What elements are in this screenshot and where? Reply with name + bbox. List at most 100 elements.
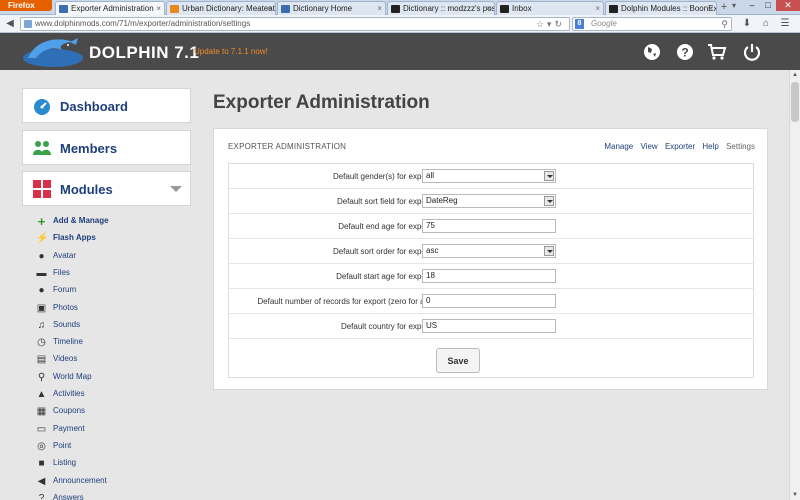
form-row-country: Default country for export: US <box>229 314 753 339</box>
browser-tab-dolphin-modules[interactable]: Dolphin Modules :: BoonEx... × <box>605 1 717 15</box>
close-tab-icon[interactable]: × <box>267 2 272 15</box>
dropdown-arrow-icon[interactable] <box>544 196 554 206</box>
help-icon[interactable]: ? <box>675 42 695 62</box>
menu-view-link[interactable]: View <box>641 142 658 151</box>
update-link[interactable]: Update to 7.1.1 now! <box>194 47 268 56</box>
sidebar-dashboard-label: Dashboard <box>60 99 128 114</box>
start-age-input[interactable]: 18 <box>422 269 556 283</box>
tab-title: Urban Dictionary: Meateati... <box>182 4 276 13</box>
sort-field-select[interactable]: DateReg <box>422 194 556 208</box>
tab-favicon <box>170 5 179 13</box>
photo-icon: ▣ <box>36 302 47 314</box>
close-tab-icon[interactable]: × <box>486 2 491 15</box>
maximize-window-icon[interactable]: □ <box>760 0 776 11</box>
url-bar[interactable]: www.dolphinmods.com/71/m/exporter/admini… <box>20 17 570 31</box>
clock-icon: ◷ <box>37 337 46 349</box>
sidebar-subitem[interactable]: ▲ Activities <box>36 388 186 402</box>
close-tab-icon[interactable]: × <box>156 2 161 15</box>
sidebar-subitem[interactable]: ■ Listing <box>36 457 186 471</box>
browser-tab-dictionary-posts[interactable]: Dictionary :: modzzz's posts × <box>387 1 495 15</box>
browser-tab-inbox[interactable]: Inbox × <box>496 1 604 15</box>
end-age-input[interactable]: 75 <box>422 219 556 233</box>
dropdown-arrow-icon[interactable] <box>544 246 554 256</box>
scroll-thumb[interactable] <box>791 82 799 122</box>
close-tab-icon[interactable]: × <box>595 2 600 15</box>
menu-manage-link[interactable]: Manage <box>604 142 633 151</box>
sidebar-modules[interactable]: Modules <box>22 171 191 206</box>
dashboard-icon <box>34 99 50 115</box>
logo-text[interactable]: DOLPHIN 7.1 <box>89 43 199 63</box>
sidebar-subitem[interactable]: ▬ Files <box>36 267 186 281</box>
sidebar-subitem-label: Flash Apps <box>53 233 96 243</box>
site-identity-icon[interactable] <box>24 20 32 28</box>
gender-select[interactable]: all <box>422 169 556 183</box>
sidebar-subitem[interactable]: ◎ Point <box>36 440 186 454</box>
sidebar-subitem[interactable]: + Add & Manage <box>36 215 186 229</box>
menu-icon[interactable]: ☰ <box>778 17 792 31</box>
list-tabs-icon[interactable]: ▾ <box>732 1 736 10</box>
sidebar-subitem[interactable]: ◷ Timeline <box>36 336 186 350</box>
browser-tab-bar: Firefox Exporter Administration × Urban … <box>0 0 800 15</box>
file-icon: ▬ <box>36 267 47 279</box>
scroll-up-icon[interactable]: ▲ <box>790 70 800 80</box>
dropdown-arrow-icon[interactable] <box>544 171 554 181</box>
field-label: Default start age for export: <box>336 272 433 281</box>
sidebar-subitem-label: Activities <box>53 389 85 398</box>
bookmark-star-icon[interactable]: ☆ <box>536 19 547 29</box>
records-input[interactable]: 0 <box>422 294 556 308</box>
browser-tab-exporter[interactable]: Exporter Administration × <box>55 1 165 15</box>
sidebar-subitem[interactable]: ⚲ World Map <box>36 371 186 385</box>
map-pin-icon: ⚲ <box>37 371 46 383</box>
browser-tab-urban-dictionary[interactable]: Urban Dictionary: Meateati... × <box>166 1 276 15</box>
sidebar-subitem[interactable]: ♫ Sounds <box>36 319 186 333</box>
globe-icon[interactable] <box>642 42 662 62</box>
menu-help-link[interactable]: Help <box>702 142 718 151</box>
sort-order-select[interactable]: asc <box>422 244 556 258</box>
back-icon[interactable]: ◀ <box>3 17 17 31</box>
dolphin-logo-icon[interactable] <box>22 36 84 68</box>
url-text: www.dolphinmods.com/71/m/exporter/admini… <box>35 19 251 28</box>
sidebar-subitem[interactable]: ◀ Announcement <box>36 475 186 489</box>
close-tab-icon[interactable]: × <box>377 2 382 15</box>
firefox-menu-button[interactable]: Firefox <box>0 0 52 11</box>
sidebar-modules-label: Modules <box>60 182 113 197</box>
download-icon[interactable]: ⬇ <box>740 17 754 31</box>
sidebar-subitem-label: Forum <box>53 285 77 295</box>
search-input[interactable]: 8 Google ⚲ <box>572 17 732 31</box>
sidebar-subitem-label: Answers <box>53 492 84 500</box>
sidebar-subitem[interactable]: ▣ Photos <box>36 302 186 316</box>
sidebar-subitem[interactable]: ● Forum <box>36 284 186 298</box>
chevron-down-icon[interactable] <box>170 186 182 192</box>
sidebar-subitem-label: Timeline <box>53 337 83 347</box>
search-icon[interactable]: ⚲ <box>721 18 728 30</box>
menu-settings-link[interactable]: Settings <box>726 142 755 151</box>
sidebar-subitem-label: Files <box>53 267 70 277</box>
scroll-down-icon[interactable]: ▼ <box>790 490 800 500</box>
cart-icon[interactable] <box>707 42 727 62</box>
target-icon: ◎ <box>37 440 46 452</box>
sidebar-subitem[interactable]: ▤ Videos <box>36 353 186 367</box>
user-icon: ● <box>38 250 45 262</box>
search-engine-icon[interactable]: 8 <box>575 19 584 29</box>
menu-exporter-link[interactable]: Exporter <box>665 142 695 151</box>
sidebar-members[interactable]: Members <box>22 130 191 165</box>
home-icon[interactable]: ⌂ <box>759 17 773 31</box>
sidebar-subitem[interactable]: ▭ Payment <box>36 423 186 437</box>
power-icon[interactable] <box>742 42 762 62</box>
new-tab-button[interactable]: + <box>718 1 730 14</box>
film-icon: ▤ <box>36 354 47 366</box>
save-button[interactable]: Save <box>436 348 480 373</box>
page-scrollbar[interactable]: ▲ ▼ <box>789 70 800 500</box>
close-tab-icon[interactable]: × <box>708 2 713 15</box>
close-window-icon[interactable]: ✕ <box>776 0 800 11</box>
sidebar-subitem[interactable]: ? Answers <box>36 492 186 500</box>
country-input[interactable]: US <box>422 319 556 333</box>
sidebar-subitem[interactable]: ▦ Coupons <box>36 405 186 419</box>
question-icon: ? <box>38 492 45 500</box>
sidebar-subitem[interactable]: ● Avatar <box>36 250 186 264</box>
sidebar-subitem[interactable]: ⚡ Flash Apps <box>36 232 186 246</box>
reload-icon[interactable]: ↻ <box>554 19 565 29</box>
minimize-window-icon[interactable]: – <box>744 0 760 11</box>
sidebar-dashboard[interactable]: Dashboard <box>22 88 191 123</box>
browser-tab-dictionary-home[interactable]: Dictionary Home × <box>277 1 386 15</box>
